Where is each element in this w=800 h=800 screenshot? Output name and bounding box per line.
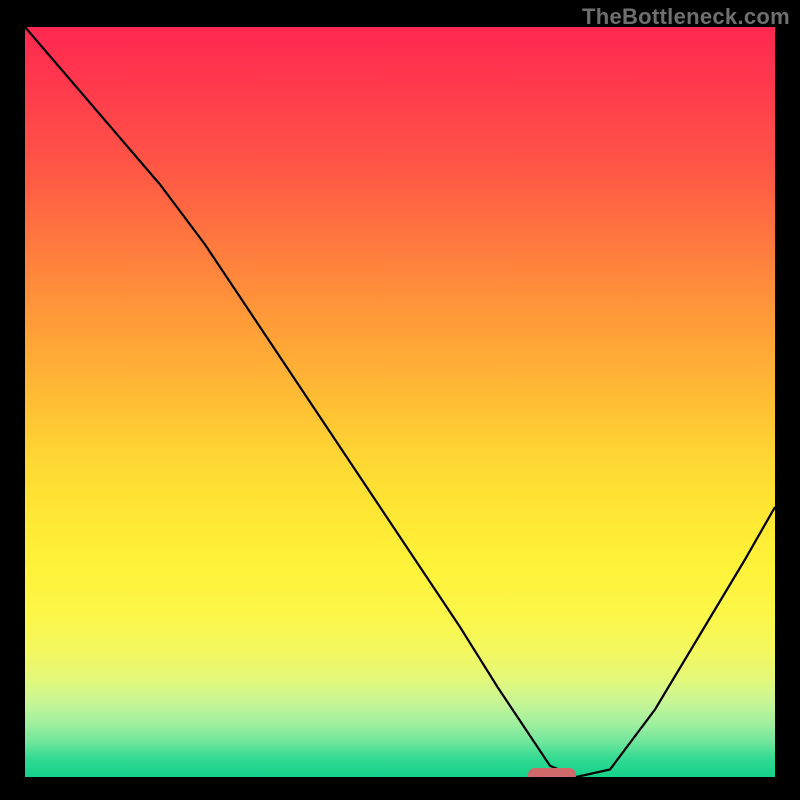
- chart-frame: TheBottleneck.com: [0, 0, 800, 800]
- bottleneck-curve: [25, 27, 775, 777]
- plot-area: [25, 27, 775, 777]
- watermark-text: TheBottleneck.com: [582, 4, 790, 30]
- optimal-range-marker: [528, 768, 577, 777]
